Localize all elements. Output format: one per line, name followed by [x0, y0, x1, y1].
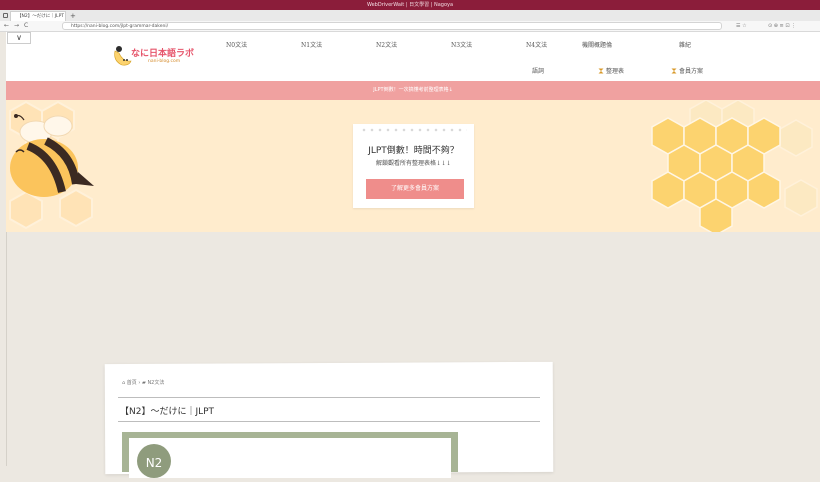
menu-membership-label: 會員方案 — [679, 68, 704, 75]
menu-notes[interactable]: 雜紀 — [679, 40, 691, 49]
card-dots-decoration — [360, 128, 467, 132]
logo-text[interactable]: なに日本語ラボ — [131, 46, 194, 59]
announcement-bar[interactable]: JLPT倒數！一次搞懂考前整理表格↓ — [6, 81, 820, 100]
chevron-down-icon[interactable]: ∨ — [7, 32, 31, 44]
tab-overview-icon[interactable] — [3, 13, 8, 18]
menu-exam-topics[interactable]: 機關概題倫 — [582, 40, 612, 49]
address-bar[interactable]: https://nani-blog.com/jlpt-grammar-daken… — [62, 22, 722, 30]
bee-mascot-icon — [10, 114, 94, 197]
breadcrumb-home[interactable]: 首頁 — [127, 380, 137, 386]
menu-n0-grammar[interactable]: N0文法 — [226, 40, 247, 49]
forward-button[interactable]: → — [14, 21, 19, 31]
folder-icon: ▰ — [141, 380, 146, 386]
breadcrumb: ⌂ 首頁 › ▰ N2文法 — [122, 379, 164, 386]
window-title: WebDriverWait | 日文學習 | Nagoya — [366, 2, 454, 8]
level-badge: N2 — [137, 444, 171, 478]
home-icon[interactable]: ⌂ — [122, 380, 125, 386]
post-title: 【N2】～だけに｜JLPT — [120, 407, 215, 417]
menu-n3-grammar[interactable]: N3文法 — [451, 40, 472, 49]
grid-divider — [6, 232, 7, 466]
title-rule-bottom — [118, 421, 540, 422]
title-rule-top — [118, 397, 540, 398]
menu-membership[interactable]: 會員方案 — [671, 66, 703, 75]
hourglass-icon — [598, 68, 604, 74]
new-tab-button[interactable]: + — [70, 11, 76, 21]
menu-n2-grammar[interactable]: N2文法 — [376, 40, 397, 49]
back-button[interactable]: ← — [4, 21, 9, 31]
membership-cta-button[interactable]: 了解更多會員方案 — [366, 179, 464, 199]
menu-summary-tables[interactable]: 整理表 — [598, 66, 624, 75]
menu-n4-grammar[interactable]: N4文法 — [526, 40, 547, 49]
breadcrumb-separator: › — [138, 380, 141, 386]
logo-url: nani-blog.com — [148, 59, 181, 64]
toolbar-icons[interactable]: ⊙ ⊕ ≡ ⊡ ⋮ — [768, 21, 796, 31]
bookmark-controls[interactable]: ☰ ☆ — [736, 21, 747, 31]
menu-n1-grammar[interactable]: N1文法 — [301, 40, 322, 49]
cta-subtitle: 解鎖觀看所有整理表格↓↓↓ — [375, 160, 452, 167]
cta-title: JLPT倒數！時間不夠？ — [368, 146, 459, 156]
reload-button[interactable]: C — [24, 21, 28, 31]
menu-summary-label: 整理表 — [606, 68, 625, 75]
thumbnail-inner — [129, 438, 451, 478]
hourglass-icon — [671, 68, 677, 74]
menu-vocabulary[interactable]: 語詞 — [532, 66, 544, 75]
browser-tab[interactable]: 【N2】～だけに｜JLPT | × — [10, 11, 66, 21]
banana-logo-icon[interactable] — [112, 45, 132, 67]
breadcrumb-category[interactable]: N2文法 — [147, 380, 164, 386]
